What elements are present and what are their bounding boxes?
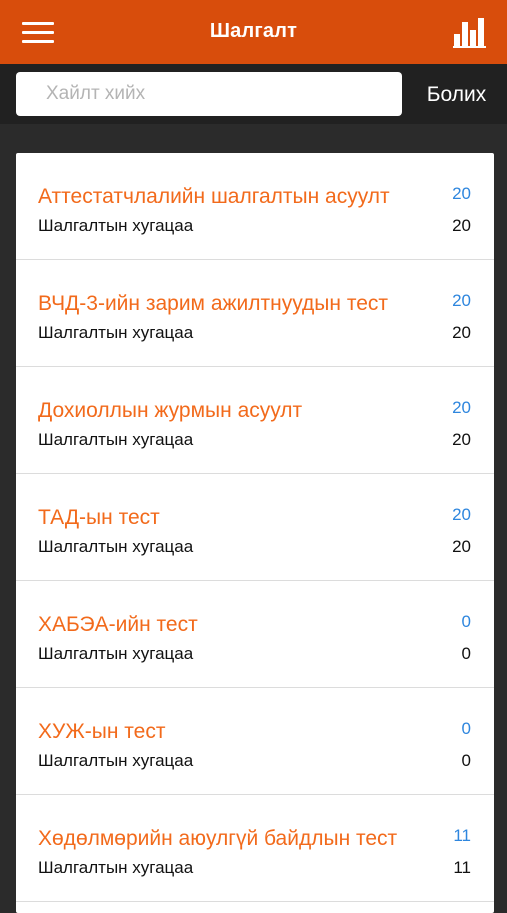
question-count: 20 — [452, 505, 471, 524]
question-count: 11 — [453, 826, 471, 845]
cancel-button[interactable]: Болих — [414, 83, 499, 107]
list-item[interactable]: ХАБЭА-ийн тест 0 Шалгалтын хугацаа 0 — [16, 581, 494, 688]
exam-duration-value: 0 — [461, 751, 471, 770]
list-item[interactable]: Дохиоллын журмын асуулт 20 Шалгалтын хуг… — [16, 367, 494, 474]
search-input[interactable] — [16, 72, 402, 116]
exam-duration-value: 20 — [452, 537, 471, 556]
exam-duration-label: Шалгалтын хугацаа — [38, 858, 194, 877]
exam-duration-label: Шалгалтын хугацаа — [38, 430, 194, 449]
exam-duration-label: Шалгалтын хугацаа — [38, 216, 194, 235]
exam-title: Хөдөлмөрийн аюулгүй байдлын тест — [38, 827, 398, 850]
question-count: 0 — [461, 612, 471, 631]
exam-duration-value: 0 — [461, 644, 471, 663]
question-count: 0 — [461, 719, 471, 738]
exam-title: ХАБЭА-ийн тест — [38, 613, 198, 636]
exam-duration-label: Шалгалтын хугацаа — [38, 537, 194, 556]
exam-duration-value: 20 — [452, 216, 471, 235]
list-item[interactable]: ВЧД-3-ийн зарим ажилтнуудын тест 20 Шалг… — [16, 260, 494, 367]
exam-duration-value: 20 — [452, 323, 471, 342]
exam-list: Аттестатчлалийн шалгалтын асуулт 20 Шалг… — [16, 153, 494, 913]
exam-duration-label: Шалгалтын хугацаа — [38, 751, 194, 770]
app-bar: Шалгалт — [0, 0, 507, 64]
exam-title: ВЧД-3-ийн зарим ажилтнуудын тест — [38, 292, 389, 315]
exam-title: ТАД-ын тест — [38, 506, 160, 529]
exam-title: Аттестатчлалийн шалгалтын асуулт — [38, 185, 390, 208]
page-title: Шалгалт — [209, 20, 298, 42]
search-bar: Болих — [0, 64, 507, 124]
question-count: 20 — [452, 398, 471, 417]
list-item[interactable]: Хөдөлмөрийн аюулгүй байдлын тест 11 Шалг… — [16, 795, 494, 902]
list-item[interactable]: Аттестатчлалийн шалгалтын асуулт 20 Шалг… — [16, 153, 494, 260]
exam-duration-label: Шалгалтын хугацаа — [38, 644, 194, 663]
question-count: 20 — [452, 291, 471, 310]
bar-chart-icon[interactable] — [453, 16, 487, 48]
list-item[interactable]: ХУЖ-ын тест 0 Шалгалтын хугацаа 0 — [16, 688, 494, 795]
exam-title: ХУЖ-ын тест — [38, 720, 166, 743]
question-count: 20 — [452, 184, 471, 203]
exam-title: Дохиоллын журмын асуулт — [38, 399, 303, 422]
exam-duration-label: Шалгалтын хугацаа — [38, 323, 194, 342]
exam-duration-value: 20 — [452, 430, 471, 449]
exam-duration-value: 11 — [453, 858, 471, 877]
list-item[interactable]: ТАД-ын тест 20 Шалгалтын хугацаа 20 — [16, 474, 494, 581]
